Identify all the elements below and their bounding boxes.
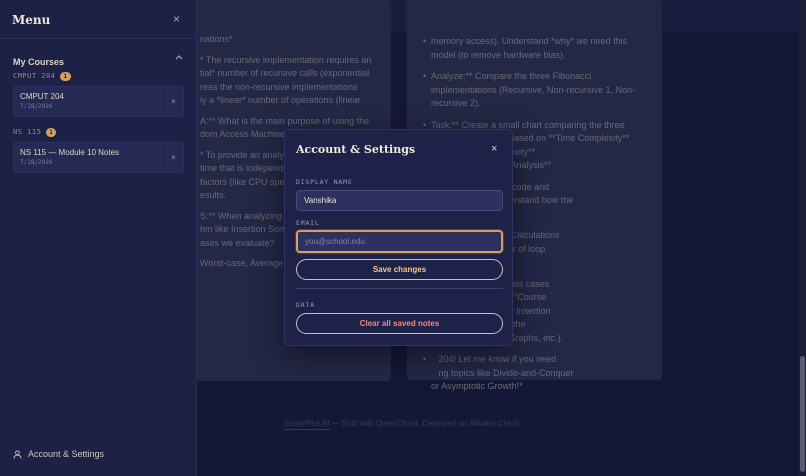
save-changes-button[interactable]: Save changes [296,259,503,280]
account-settings-link[interactable]: Account & Settings [13,449,104,459]
note-date: 7/18/2026 [20,103,53,110]
menu-sidebar: Menu × My Courses CMPUT 204 1 CMPUT 204 7… [0,0,197,476]
email-label: EMAIL [296,219,320,227]
clear-notes-button[interactable]: Clear all saved notes [296,313,503,334]
account-settings-modal: Account & Settings × DISPLAY NAME EMAIL … [284,129,513,346]
course-note-count-badge: 1 [60,72,71,81]
account-settings-label: Account & Settings [28,449,105,459]
my-courses-title: My Courses [13,57,65,67]
note-date: 7/18/2026 [20,159,53,166]
close-modal-icon[interactable]: × [491,143,497,155]
note-title: CMPUT 204 [20,92,64,101]
modal-title: Account & Settings [296,143,416,156]
user-icon [13,449,22,459]
sidebar-title: Menu [12,13,51,27]
note-item[interactable]: NS 115 — Module 10 Notes 7/18/2026 × [13,142,184,173]
course-note-count-badge: 1 [46,128,57,137]
email-input[interactable] [296,230,503,253]
data-section-label: DATA [296,301,315,309]
scrollbar-thumb[interactable] [800,356,805,472]
course-code: NS 115 [13,128,42,136]
course-heading: NS 115 1 [13,128,57,137]
display-name-label: DISPLAY NAME [296,178,353,186]
my-courses-toggle[interactable]: My Courses [13,52,185,67]
sidebar-header: Menu × [0,0,196,39]
close-menu-icon[interactable]: × [173,12,180,26]
delete-note-icon[interactable]: × [163,87,183,116]
section-divider [296,288,503,289]
course-heading: CMPUT 204 1 [13,72,71,81]
note-item[interactable]: CMPUT 204 7/18/2026 × [13,86,184,117]
display-name-input[interactable] [296,190,503,211]
course-code: CMPUT 204 [13,72,56,80]
chevron-up-icon [175,53,183,62]
note-title: NS 115 — Module 10 Notes [20,148,120,157]
delete-note-icon[interactable]: × [163,143,183,172]
